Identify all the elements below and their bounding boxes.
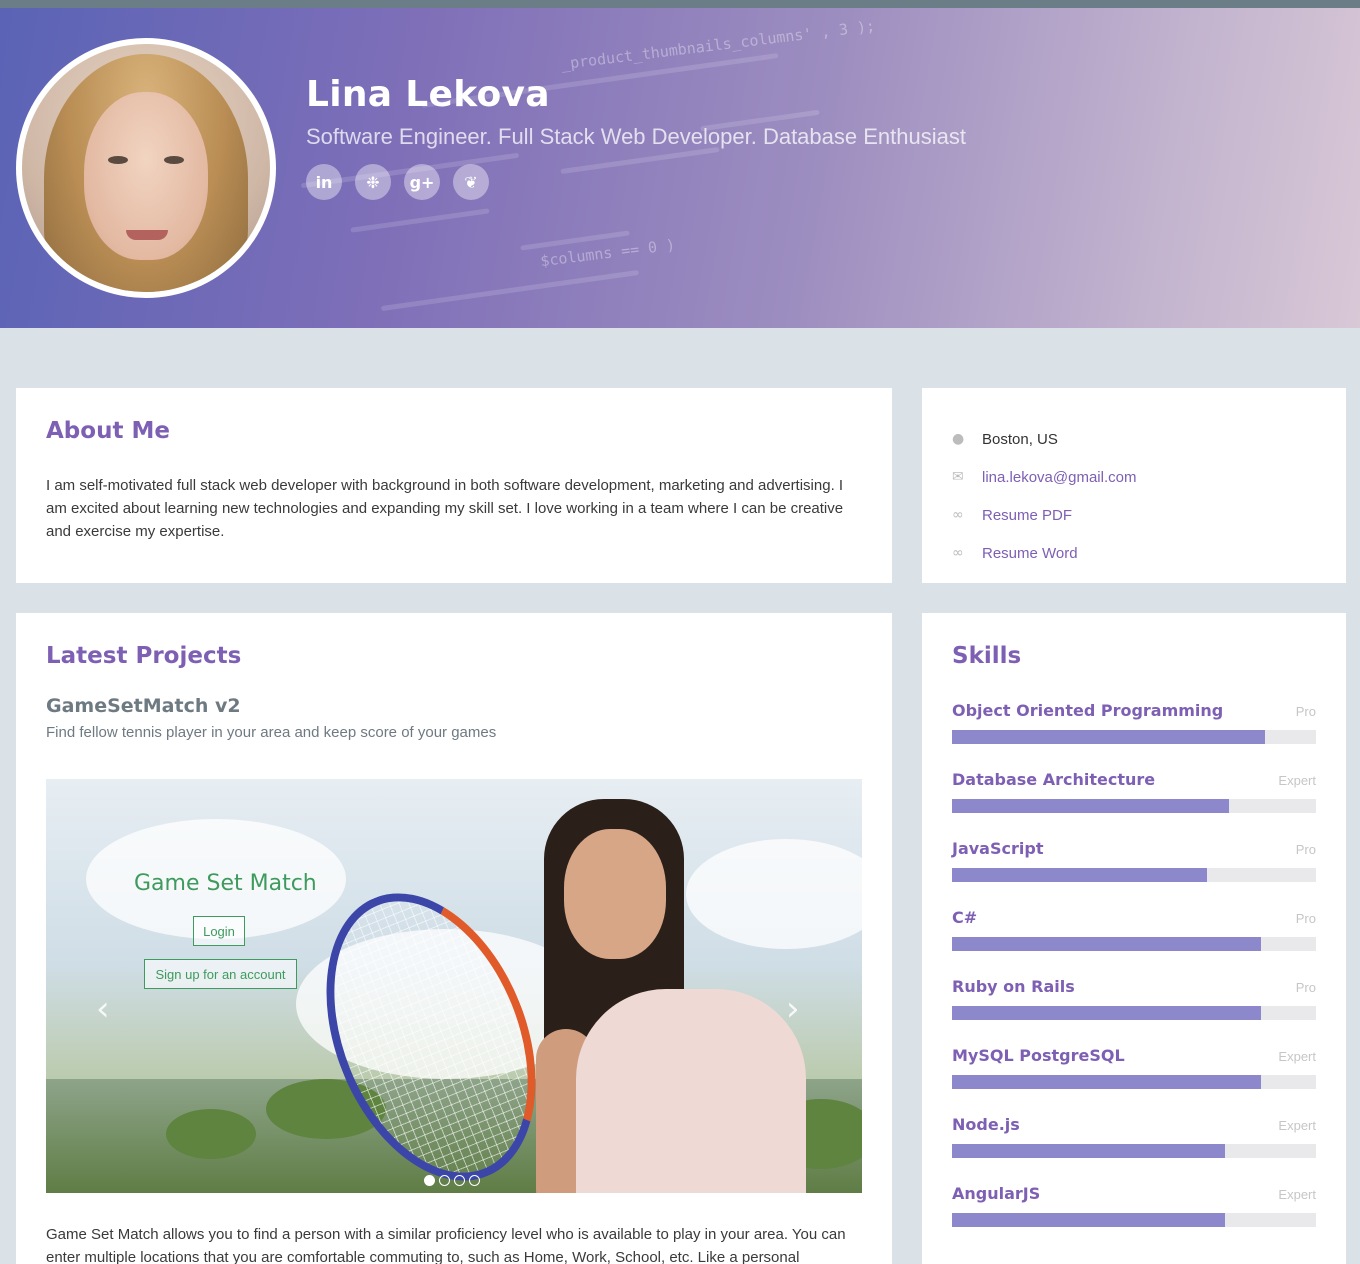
link-icon: ∞ (952, 507, 964, 523)
skill-bar (952, 1075, 1316, 1089)
profile-avatar (16, 38, 276, 298)
profile-header: _product_thumbnails_columns' , 3 ); $col… (0, 8, 1360, 328)
twitter-icon[interactable]: ❦ (453, 164, 489, 200)
carousel-indicators (424, 1175, 480, 1186)
profile-name: Lina Lekova (306, 74, 550, 115)
skill-bar (952, 1213, 1316, 1227)
location-row: ● Boston, US (952, 420, 1316, 458)
social-links: in ❉ g+ ❦ (306, 164, 489, 200)
email-row: ✉ lina.lekova@gmail.com (952, 458, 1316, 496)
resume-word-row: ∞ Resume Word (952, 534, 1316, 572)
skill-name: JavaScript (952, 839, 1044, 858)
slide-login-button[interactable]: Login (193, 916, 245, 946)
chevron-left-icon[interactable]: ‹ (96, 989, 110, 1029)
link-icon: ∞ (952, 545, 964, 561)
profile-tagline: Software Engineer. Full Stack Web Develo… (306, 124, 966, 149)
skill-bar-fill (952, 730, 1266, 744)
skill-bar-fill (952, 1075, 1262, 1089)
skill-level: Pro (1295, 842, 1316, 857)
skill-level: Expert (1278, 1187, 1316, 1202)
skill-bar-fill (952, 799, 1229, 813)
skill-item: AngularJS Expert (952, 1184, 1316, 1227)
carousel-dot[interactable] (439, 1175, 450, 1186)
contact-card: ● Boston, US ✉ lina.lekova@gmail.com ∞ R… (922, 388, 1346, 583)
carousel-dot[interactable] (424, 1175, 435, 1186)
skill-head: MySQL PostgreSQL Expert (952, 1046, 1316, 1065)
skill-bar (952, 868, 1316, 882)
skill-level: Pro (1295, 704, 1316, 719)
skill-item: JavaScript Pro (952, 839, 1316, 882)
skill-item: Object Oriented Programming Pro (952, 701, 1316, 744)
skill-bar (952, 937, 1316, 951)
resume-word-link[interactable]: Resume Word (982, 545, 1078, 562)
email-link[interactable]: lina.lekova@gmail.com (982, 469, 1136, 486)
skill-bar-fill (952, 1144, 1225, 1158)
skill-level: Pro (1295, 911, 1316, 926)
project-name: GameSetMatch v2 (46, 695, 241, 717)
chevron-right-icon[interactable]: › (786, 989, 800, 1029)
project-carousel[interactable]: Game Set Match Login Sign up for an acco… (46, 779, 862, 1193)
about-card: About Me I am self-motivated full stack … (16, 388, 892, 583)
skill-bar (952, 1006, 1316, 1020)
carousel-dot[interactable] (469, 1175, 480, 1186)
skill-name: Node.js (952, 1115, 1020, 1134)
skill-item: C# Pro (952, 908, 1316, 951)
skills-card: Skills Object Oriented Programming Pro Dat… (922, 613, 1346, 1264)
skill-bar-fill (952, 1006, 1262, 1020)
project-subtitle: Find fellow tennis player in your area a… (46, 724, 497, 741)
skill-level: Expert (1278, 1118, 1316, 1133)
map-marker-icon: ● (952, 431, 965, 447)
skill-bar-fill (952, 937, 1262, 951)
skill-head: C# Pro (952, 908, 1316, 927)
skill-bar (952, 730, 1316, 744)
skill-head: Object Oriented Programming Pro (952, 701, 1316, 720)
skill-item: Ruby on Rails Pro (952, 977, 1316, 1020)
skill-head: Ruby on Rails Pro (952, 977, 1316, 996)
skill-bar-fill (952, 1213, 1225, 1227)
skill-name: C# (952, 908, 978, 927)
skill-level: Pro (1295, 980, 1316, 995)
skill-item: Node.js Expert (952, 1115, 1316, 1158)
skill-name: AngularJS (952, 1184, 1041, 1203)
project-description: Game Set Match allows you to find a pers… (46, 1226, 846, 1264)
slide-title: Game Set Match (134, 871, 317, 896)
about-text: I am self-motivated full stack web devel… (46, 477, 844, 540)
skill-item: MySQL PostgreSQL Expert (952, 1046, 1316, 1089)
slide-signup-button[interactable]: Sign up for an account (144, 959, 297, 989)
carousel-dot[interactable] (454, 1175, 465, 1186)
location-text: Boston, US (982, 430, 1058, 448)
skill-level: Expert (1278, 773, 1316, 788)
about-title: About Me (46, 418, 170, 444)
skill-bar-fill (952, 868, 1207, 882)
skill-head: JavaScript Pro (952, 839, 1316, 858)
skill-bar (952, 799, 1316, 813)
skill-level: Expert (1278, 1049, 1316, 1064)
linkedin-icon[interactable]: in (306, 164, 342, 200)
github-icon[interactable]: ❉ (355, 164, 391, 200)
skill-head: AngularJS Expert (952, 1184, 1316, 1203)
skills-title: Skills (952, 643, 1022, 669)
projects-card: Latest Projects GameSetMatch v2 Find fel… (16, 613, 892, 1264)
skill-name: Ruby on Rails (952, 977, 1075, 996)
skill-name: Object Oriented Programming (952, 701, 1224, 720)
resume-pdf-link[interactable]: Resume PDF (982, 507, 1072, 524)
skill-bar (952, 1144, 1316, 1158)
skill-head: Database Architecture Expert (952, 770, 1316, 789)
google-plus-icon[interactable]: g+ (404, 164, 440, 200)
top-border (0, 0, 1360, 8)
skill-head: Node.js Expert (952, 1115, 1316, 1134)
resume-pdf-row: ∞ Resume PDF (952, 496, 1316, 534)
skill-name: Database Architecture (952, 770, 1156, 789)
projects-title: Latest Projects (46, 643, 242, 669)
skill-item: Database Architecture Expert (952, 770, 1316, 813)
envelope-icon: ✉ (952, 469, 964, 485)
skill-name: MySQL PostgreSQL (952, 1046, 1125, 1065)
